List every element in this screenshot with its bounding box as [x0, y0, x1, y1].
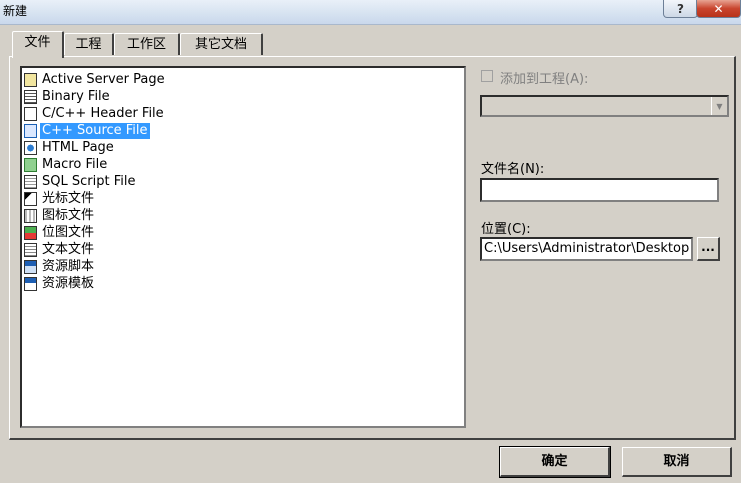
add-to-project-checkbox[interactable] — [481, 70, 493, 82]
list-item[interactable]: 位图文件 — [24, 225, 96, 241]
title-bar: 新建 ? ✕ — [0, 0, 741, 25]
help-button[interactable]: ? — [663, 0, 698, 18]
list-item[interactable]: 文本文件 — [24, 242, 96, 258]
tab-projects[interactable]: 工程 — [64, 33, 114, 55]
binary-file-icon — [24, 90, 37, 104]
list-item-label: C/C++ Header File — [42, 106, 164, 121]
list-item[interactable]: 光标文件 — [24, 191, 96, 207]
list-item[interactable]: C/C++ Header File — [24, 106, 166, 122]
list-item[interactable]: Macro File — [24, 157, 109, 173]
tab-files[interactable]: 文件 — [12, 31, 64, 58]
list-item-label: Active Server Page — [42, 72, 165, 87]
asp-file-icon — [24, 73, 37, 87]
ok-button[interactable]: 确定 — [499, 446, 611, 478]
list-item-label: SQL Script File — [42, 174, 136, 189]
list-item[interactable]: Binary File — [24, 89, 112, 105]
list-item[interactable]: 资源模板 — [24, 276, 96, 292]
list-item[interactable]: C++ Source File — [24, 123, 150, 139]
resource-template-icon — [24, 277, 37, 291]
list-item[interactable]: SQL Script File — [24, 174, 137, 190]
list-item[interactable]: 图标文件 — [24, 208, 96, 224]
list-item-label: 光标文件 — [42, 191, 95, 206]
tab-other-documents[interactable]: 其它文档 — [180, 33, 263, 55]
sql-script-icon — [24, 175, 37, 189]
list-item-label: 资源脚本 — [42, 259, 95, 274]
cpp-source-icon — [24, 124, 37, 138]
list-item[interactable]: Active Server Page — [24, 72, 167, 88]
list-item-label: C++ Source File — [40, 123, 150, 139]
list-item-label: 位图文件 — [42, 225, 95, 240]
list-item[interactable]: 资源脚本 — [24, 259, 96, 275]
list-item-label: Binary File — [42, 89, 110, 104]
list-item[interactable]: HTML Page — [24, 140, 116, 156]
close-button[interactable]: ✕ — [696, 0, 741, 18]
location-label: 位置(C): — [481, 222, 531, 237]
macro-file-icon — [24, 158, 37, 172]
chevron-down-icon[interactable]: ▼ — [711, 97, 727, 115]
text-file-icon — [24, 243, 37, 257]
html-page-icon — [24, 141, 37, 155]
add-to-project-label: 添加到工程(A): — [500, 72, 589, 87]
cursor-file-icon — [24, 192, 37, 206]
project-combo[interactable]: ▼ — [480, 95, 729, 117]
header-file-icon — [24, 107, 37, 121]
resource-script-icon — [24, 260, 37, 274]
tab-workspaces[interactable]: 工作区 — [114, 33, 180, 55]
list-item-label: 文本文件 — [42, 242, 95, 257]
filename-input[interactable] — [480, 178, 719, 202]
window-title: 新建 — [3, 4, 28, 18]
browse-button[interactable]: ... — [697, 237, 720, 261]
bitmap-file-icon — [24, 226, 37, 240]
list-item-label: 资源模板 — [42, 276, 95, 291]
list-item-label: HTML Page — [42, 140, 114, 155]
list-item-label: 图标文件 — [42, 208, 95, 223]
location-input[interactable]: C:\Users\Administrator\Desktop — [480, 237, 693, 261]
file-type-list[interactable]: Active Server Page Binary File C/C++ Hea… — [20, 66, 466, 428]
cancel-button[interactable]: 取消 — [622, 447, 732, 477]
filename-label: 文件名(N): — [481, 162, 545, 177]
list-item-label: Macro File — [42, 157, 108, 172]
icon-file-icon — [24, 209, 37, 223]
